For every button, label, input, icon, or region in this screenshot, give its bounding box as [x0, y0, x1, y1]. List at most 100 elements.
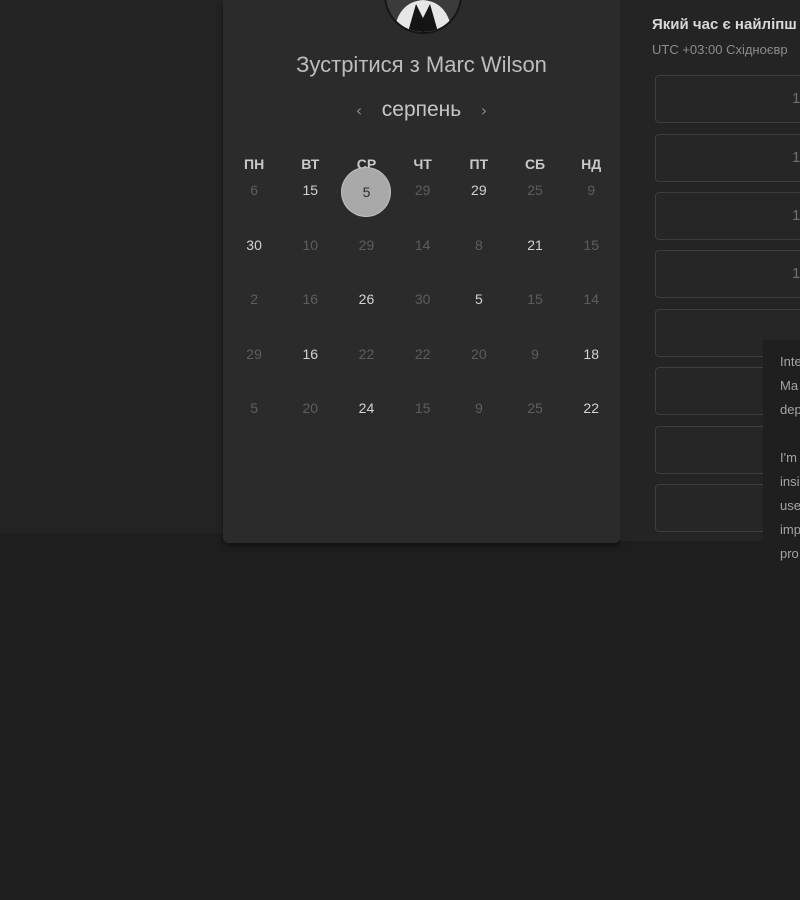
time-slot-label: 1 — [792, 90, 800, 107]
weekday-mon: ПН — [244, 156, 265, 172]
calendar-day: 22 — [414, 345, 431, 362]
calendar-day: 10 — [302, 236, 319, 253]
time-slot-button[interactable]: 1 — [655, 192, 800, 240]
calendar-grid: ПН ВТ СР ЧТ ПТ СБ НД 6 15 5 29 29 25 9 30 10 29 14… — [226, 156, 620, 451]
calendar-cell: 29 — [226, 342, 282, 397]
calendar-day: 25 — [527, 182, 543, 198]
time-slot-label: 1 — [792, 265, 800, 282]
calendar-cell: 30 — [395, 287, 451, 342]
month-label: серпень — [381, 98, 462, 121]
calendar-day: 5 — [250, 400, 258, 416]
calendar-day: 29 — [246, 345, 262, 362]
calendar-day: 29 — [414, 182, 431, 198]
calendar-week: 30 10 29 14 8 21 15 — [226, 233, 620, 288]
host-avatar — [384, 0, 462, 34]
calendar-cell: 22 — [563, 396, 619, 451]
calendar-cell: 20 — [282, 396, 338, 451]
calendar-day[interactable]: 30 — [230, 233, 278, 281]
calendar-week: 5 20 24 15 9 25 22 — [226, 396, 620, 451]
time-slot-label: 1 — [792, 207, 800, 224]
calendar-day-selected[interactable]: 5 — [342, 168, 391, 216]
calendar-cell: 22 — [395, 342, 451, 397]
weekday-header: ПН ВТ СР ЧТ ПТ СБ НД — [226, 156, 620, 178]
popup-line: Inte — [780, 354, 800, 369]
calendar-day: 14 — [414, 236, 431, 253]
calendar-cell: 29 — [451, 178, 507, 233]
popup-line: I'm — [780, 450, 797, 465]
calendar-cell: 16 — [282, 287, 338, 342]
popup-line: imp — [780, 522, 800, 537]
month-navigation: ‹ серпень › — [223, 98, 620, 128]
calendar-week: 2 16 26 30 5 15 14 — [226, 287, 620, 342]
calendar-cell: 9 — [507, 342, 563, 397]
calendar-cell: 5 — [226, 396, 282, 451]
calendar-cell: 8 — [451, 233, 507, 288]
calendar-day[interactable]: 15 — [286, 178, 334, 226]
calendar-cell: 5 — [338, 168, 394, 233]
calendar-day: 9 — [587, 182, 596, 198]
calendar-cell: 29 — [395, 178, 451, 233]
calendar-day[interactable]: 16 — [286, 342, 334, 390]
calendar-day: 9 — [531, 345, 539, 362]
calendar-day: 22 — [358, 345, 375, 362]
calendar-cell: 25 — [507, 178, 563, 233]
weekday-fri: ПТ — [469, 156, 489, 172]
calendar-day[interactable]: 18 — [567, 342, 615, 390]
calendar-day: 15 — [583, 236, 599, 253]
calendar-day: 29 — [358, 236, 375, 253]
calendar-day: 16 — [302, 291, 319, 307]
calendar-cell: 18 — [563, 342, 619, 397]
time-slot-button[interactable]: 1 — [655, 134, 800, 182]
calendar-cell: 20 — [451, 342, 507, 397]
calendar-cell: 16 — [282, 342, 338, 397]
calendar-day[interactable]: 5 — [455, 287, 503, 335]
calendar-day: 25 — [527, 400, 543, 416]
calendar-day: 9 — [474, 400, 483, 416]
calendar-cell: 2 — [226, 287, 282, 342]
calendar-cell: 26 — [338, 287, 394, 342]
weekday-tue: ВТ — [301, 156, 320, 172]
calendar-day[interactable]: 24 — [342, 396, 390, 444]
calendar-day: 14 — [583, 291, 599, 307]
timezone-label[interactable]: UTC +03:00 Східноєвр — [652, 42, 788, 57]
calendar-day[interactable]: 22 — [567, 396, 615, 444]
weekday-thu: ЧТ — [413, 156, 432, 172]
calendar-cell: 9 — [451, 396, 507, 451]
host-description-popup: Inte Ma dep I'm insi use imp pro — [763, 340, 800, 570]
calendar-day: 30 — [414, 291, 431, 307]
weekday-sun: НД — [581, 156, 602, 172]
calendar-day: 6 — [250, 182, 258, 198]
time-slot-button[interactable]: 1 — [655, 75, 800, 123]
calendar-cell: 21 — [507, 233, 563, 288]
calendar-day[interactable]: 29 — [455, 178, 503, 226]
time-question-title: Який час є найліпш — [652, 16, 797, 33]
calendar-cell: 24 — [338, 396, 394, 451]
popup-line: use — [780, 498, 800, 513]
time-slot-label: 1 — [792, 149, 800, 166]
calendar-cell: 5 — [451, 287, 507, 342]
calendar-day: 20 — [302, 400, 319, 416]
calendar-cell: 15 — [282, 178, 338, 233]
calendar-day: 20 — [471, 345, 487, 362]
calendar-cell: 15 — [507, 287, 563, 342]
calendar-week: 6 15 5 29 29 25 9 — [226, 168, 620, 233]
calendar-day[interactable]: 21 — [511, 233, 559, 281]
calendar-cell: 14 — [563, 287, 619, 342]
person-icon — [386, 0, 460, 32]
calendar-cell: 29 — [338, 233, 394, 288]
weekday-sat: СБ — [524, 156, 546, 172]
calendar-cell: 25 — [507, 396, 563, 451]
calendar-cell: 15 — [563, 233, 619, 288]
calendar-day: 15 — [414, 400, 431, 416]
calendar-day: 8 — [474, 236, 483, 253]
calendar-cell: 9 — [563, 178, 619, 233]
calendar-day: 15 — [527, 291, 543, 307]
calendar-cell: 6 — [226, 178, 282, 233]
booking-card: Зустрітися з Marc Wilson ‹ серпень › ПН … — [223, 0, 620, 543]
calendar-cell: 30 — [226, 233, 282, 288]
calendar-day[interactable]: 26 — [342, 287, 390, 335]
chevron-right-icon[interactable]: › — [474, 101, 494, 120]
popup-line: dep — [780, 402, 800, 417]
calendar-week: 29 16 22 22 20 9 18 — [226, 342, 620, 397]
time-slot-button[interactable]: 1 — [655, 250, 800, 298]
